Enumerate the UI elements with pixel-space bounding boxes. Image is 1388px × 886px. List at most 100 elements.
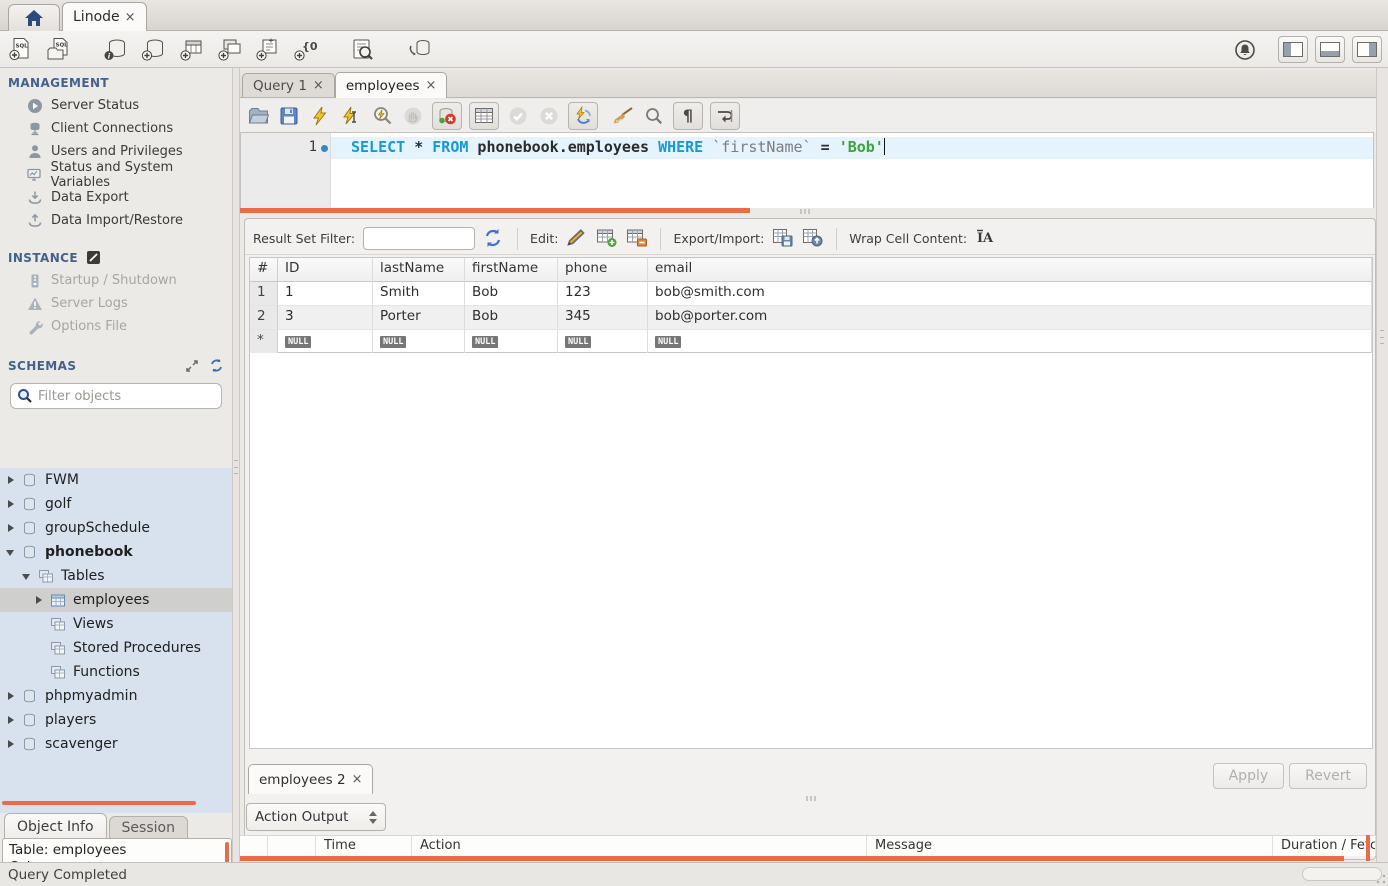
- toggle-autocommit-button[interactable]: [568, 102, 598, 130]
- sidebar-item-server-logs[interactable]: Server Logs: [0, 292, 232, 315]
- tree-item-stored-procedures[interactable]: Stored Procedures: [0, 636, 232, 660]
- sidebar-item-startup-shutdown[interactable]: Startup / Shutdown: [0, 269, 232, 292]
- save-script-button[interactable]: [277, 104, 301, 128]
- expand-panel-icon[interactable]: [185, 359, 199, 373]
- cell-lastname[interactable]: Porter: [373, 306, 465, 330]
- import-recordset-icon[interactable]: [802, 228, 824, 250]
- edit-row-icon[interactable]: [566, 228, 588, 250]
- tab-session[interactable]: Session: [109, 816, 188, 839]
- expand-arrow-icon[interactable]: [6, 739, 16, 749]
- expand-arrow-icon[interactable]: [6, 499, 16, 509]
- toggle-left-panel-button[interactable]: [1278, 36, 1308, 63]
- sidebar-splitter[interactable]: [232, 68, 240, 862]
- apply-button[interactable]: Apply: [1213, 763, 1285, 789]
- sidebar-item-server-status[interactable]: Server Status: [0, 94, 232, 117]
- insert-row-icon[interactable]: [596, 228, 618, 250]
- grid-header-phone[interactable]: phone: [558, 258, 648, 282]
- result-set-tab-employees-2[interactable]: employees 2 ×: [248, 764, 373, 794]
- sql-statement[interactable]: SELECT * FROM phonebook.employees WHERE …: [351, 138, 885, 156]
- grid-header-lastname[interactable]: lastName: [373, 258, 465, 282]
- limit-rows-button[interactable]: [469, 102, 499, 130]
- toggle-word-wrap-button[interactable]: [710, 102, 740, 130]
- sidebar-item-data-import[interactable]: Data Import/Restore: [0, 209, 232, 232]
- expand-arrow-icon[interactable]: [6, 715, 16, 725]
- output-vertical-scrollbar[interactable]: [1366, 835, 1370, 861]
- tree-item-phpmyadmin[interactable]: phpmyadmin: [0, 684, 232, 708]
- refresh-results-icon[interactable]: [483, 228, 505, 250]
- tree-item-groupschedule[interactable]: groupSchedule: [0, 516, 232, 540]
- close-icon[interactable]: ×: [313, 78, 324, 93]
- create-procedure-button[interactable]: [255, 37, 280, 62]
- expand-arrow-icon[interactable]: [34, 595, 44, 605]
- home-tab[interactable]: [8, 4, 60, 31]
- sidebar-item-client-connections[interactable]: Client Connections: [0, 117, 232, 140]
- create-schema-button[interactable]: [141, 37, 166, 62]
- grid-header-email[interactable]: email: [648, 258, 1372, 282]
- tab-object-info[interactable]: Object Info: [4, 813, 107, 839]
- output-col-message[interactable]: Message: [867, 836, 1273, 856]
- output-col-action[interactable]: Action: [412, 836, 867, 856]
- tree-item-employees[interactable]: employees: [0, 588, 232, 612]
- expand-arrow-icon[interactable]: [6, 475, 16, 485]
- sidebar-item-status-variables[interactable]: Status and System Variables: [0, 163, 232, 186]
- cell-null[interactable]: NULL: [648, 330, 1372, 354]
- schema-inspector-button[interactable]: i: [103, 37, 128, 62]
- spinner-arrows-icon[interactable]: [369, 811, 377, 824]
- stop-query-button[interactable]: [401, 104, 425, 128]
- close-icon[interactable]: ×: [125, 10, 136, 25]
- cell-firstname[interactable]: Bob: [465, 306, 558, 330]
- refresh-schemas-icon[interactable]: [209, 358, 224, 373]
- cell-lastname[interactable]: Smith: [373, 282, 465, 306]
- output-col-duration[interactable]: Duration / Fetch: [1273, 836, 1376, 856]
- output-horizontal-scrollbar[interactable]: [240, 856, 1344, 861]
- expand-arrow-icon[interactable]: [6, 523, 16, 533]
- cell-phone[interactable]: 345: [558, 306, 648, 330]
- table-row-new[interactable]: * NULL NULL NULL NULL NULL: [250, 330, 1372, 354]
- toggle-stop-on-error-button[interactable]: [432, 102, 462, 130]
- cell-id[interactable]: 3: [278, 306, 373, 330]
- toggle-right-panel-button[interactable]: [1352, 36, 1382, 63]
- delete-row-icon[interactable]: [626, 228, 648, 250]
- table-row[interactable]: 2 3 Porter Bob 345 bob@porter.com: [250, 306, 1372, 330]
- sql-editor[interactable]: 1 SELECT * FROM phonebook.employees WHER…: [240, 132, 1374, 208]
- close-icon[interactable]: ×: [426, 78, 437, 93]
- beautify-script-button[interactable]: [611, 104, 635, 128]
- tree-horizontal-scrollbar[interactable]: [2, 801, 196, 805]
- grid-header-firstname[interactable]: firstName: [465, 258, 558, 282]
- connection-tab-linode[interactable]: Linode ×: [62, 2, 147, 31]
- cell-id[interactable]: 1: [278, 282, 373, 306]
- cell-null[interactable]: NULL: [465, 330, 558, 354]
- tree-item-phonebook[interactable]: phonebook: [0, 540, 232, 564]
- editor-horizontal-scrollbar[interactable]: [240, 208, 750, 213]
- tab-query-1[interactable]: Query 1 ×: [242, 73, 335, 97]
- tree-item-scavenger[interactable]: scavenger: [0, 732, 232, 756]
- new-sql-tab-button[interactable]: SQL: [8, 37, 33, 62]
- execute-current-statement-button[interactable]: [339, 104, 363, 128]
- find-button[interactable]: [642, 104, 666, 128]
- create-table-button[interactable]: [179, 37, 204, 62]
- create-function-button[interactable]: {0}: [293, 37, 318, 62]
- search-table-data-button[interactable]: [350, 37, 375, 62]
- statusbar-scroll-thumb[interactable]: [1302, 867, 1382, 881]
- export-recordset-icon[interactable]: [772, 228, 794, 250]
- output-selector[interactable]: Action Output: [246, 803, 386, 831]
- tree-item-fwm[interactable]: FWM: [0, 468, 232, 492]
- cell-email[interactable]: bob@porter.com: [648, 306, 1372, 330]
- toggle-bottom-panel-button[interactable]: [1315, 36, 1345, 63]
- close-icon[interactable]: ×: [352, 772, 363, 787]
- create-view-button[interactable]: [217, 37, 242, 62]
- tab-employees[interactable]: employees ×: [335, 72, 448, 98]
- revert-button[interactable]: Revert: [1289, 763, 1367, 789]
- commit-button[interactable]: [506, 104, 530, 128]
- notification-icon[interactable]: [1233, 38, 1257, 62]
- explain-plan-button[interactable]: [370, 104, 394, 128]
- expand-arrow-icon[interactable]: [6, 691, 16, 701]
- tree-item-views[interactable]: Views: [0, 612, 232, 636]
- tree-item-golf[interactable]: golf: [0, 492, 232, 516]
- toggle-invisible-characters-button[interactable]: ¶: [673, 102, 703, 130]
- cell-firstname[interactable]: Bob: [465, 282, 558, 306]
- cell-email[interactable]: bob@smith.com: [648, 282, 1372, 306]
- result-filter-input[interactable]: [363, 227, 475, 250]
- collapse-arrow-icon[interactable]: [22, 571, 32, 581]
- wrap-cell-content-icon[interactable]: IA: [975, 228, 997, 250]
